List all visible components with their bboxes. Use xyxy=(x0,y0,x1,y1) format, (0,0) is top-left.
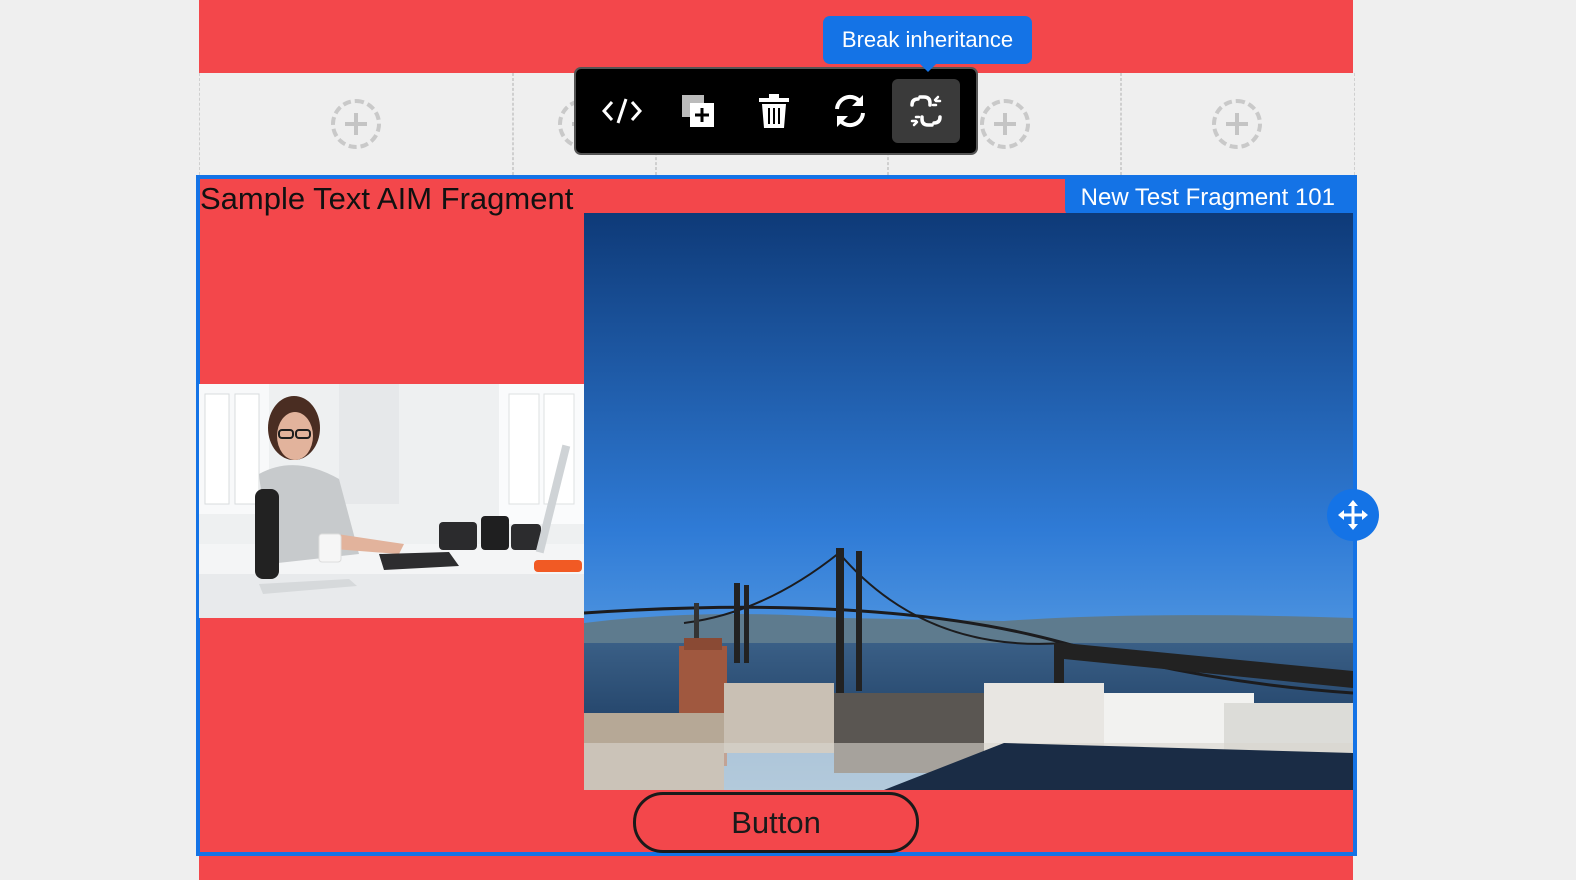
code-icon xyxy=(602,98,642,124)
move-handle[interactable] xyxy=(1327,489,1379,541)
add-component-icon[interactable] xyxy=(331,99,381,149)
edit-code-button[interactable] xyxy=(588,79,656,143)
top-section-band xyxy=(199,0,1353,73)
placeholder-cell[interactable] xyxy=(1120,73,1355,175)
fragment-sample-text[interactable]: Sample Text AIM Fragment xyxy=(200,179,573,219)
cta-button[interactable]: Button xyxy=(633,792,919,853)
component-toolbar xyxy=(574,67,978,155)
placeholder-cell[interactable] xyxy=(199,73,514,175)
office-woman-image[interactable] xyxy=(199,384,584,618)
trash-icon xyxy=(759,94,789,128)
delete-button[interactable] xyxy=(740,79,808,143)
fragment-name-badge: New Test Fragment 101 xyxy=(1064,179,1353,217)
add-component-icon[interactable] xyxy=(980,99,1030,149)
duplicate-button[interactable] xyxy=(664,79,732,143)
break-link-icon xyxy=(910,95,942,127)
bay-bridge-image[interactable] xyxy=(584,213,1353,790)
refresh-icon xyxy=(835,94,865,128)
add-component-icon[interactable] xyxy=(1212,99,1262,149)
break-inheritance-button[interactable] xyxy=(892,79,960,143)
refresh-button[interactable] xyxy=(816,79,884,143)
break-inheritance-tooltip: Break inheritance xyxy=(823,16,1032,64)
bottom-section-band xyxy=(199,856,1353,880)
tooltip-pointer xyxy=(918,62,938,72)
duplicate-icon xyxy=(682,95,714,127)
move-icon xyxy=(1338,500,1368,530)
